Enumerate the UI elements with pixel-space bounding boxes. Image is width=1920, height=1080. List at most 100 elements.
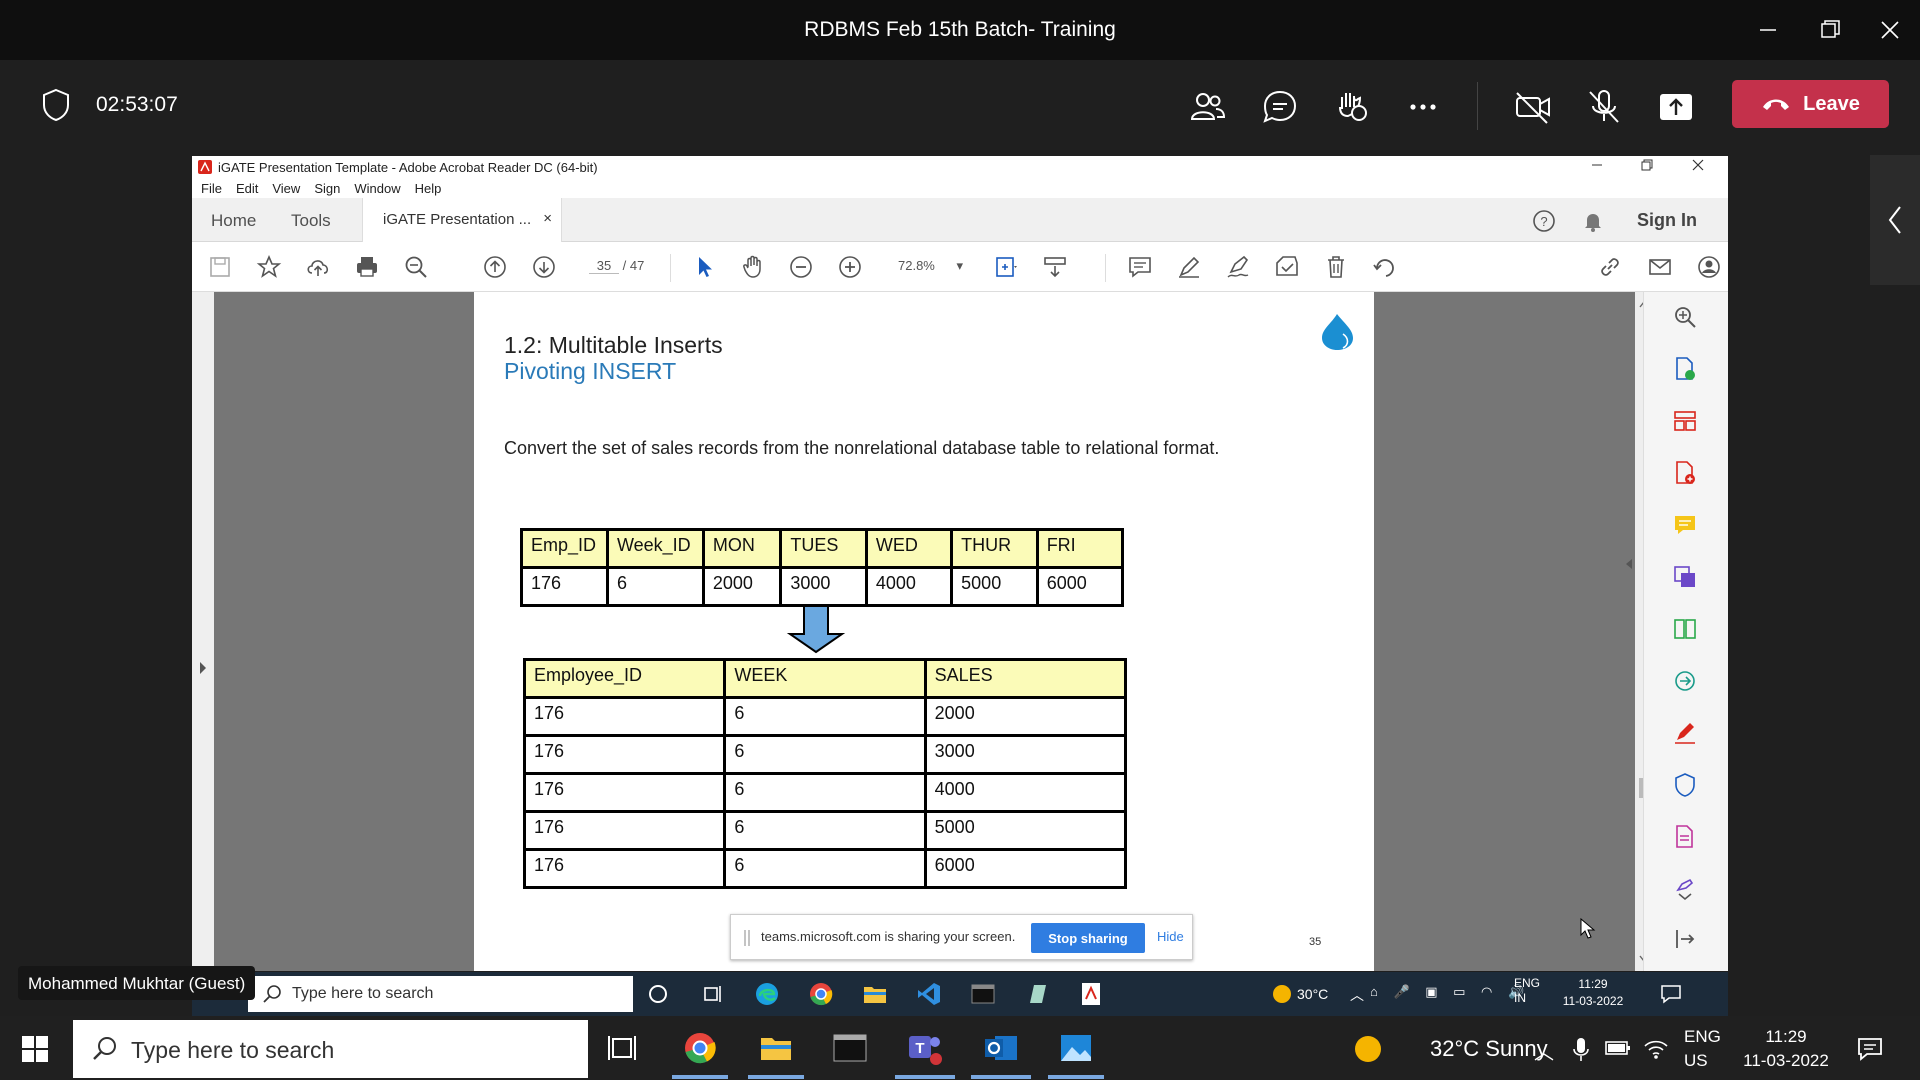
highlight-pen-icon[interactable] — [1176, 254, 1202, 280]
chat-button[interactable] — [1258, 85, 1302, 129]
leave-button[interactable]: Leave — [1732, 80, 1889, 128]
tab-home[interactable]: Home — [211, 211, 256, 231]
upload-cloud-icon[interactable] — [305, 254, 331, 280]
chrome-taskbar-icon[interactable] — [682, 1030, 718, 1066]
taskbar-weather[interactable]: 32°C Sunny — [1430, 1036, 1548, 1062]
microphone-icon[interactable] — [1571, 1036, 1591, 1062]
menu-file[interactable]: File — [201, 178, 222, 198]
system-clock[interactable]: 11:29 11-03-2022 — [1736, 1025, 1836, 1073]
acrobat-restore-icon[interactable] — [1640, 157, 1654, 173]
menu-window[interactable]: Window — [354, 178, 400, 198]
page-down-icon[interactable] — [531, 254, 557, 280]
notepad-icon[interactable] — [1024, 981, 1050, 1007]
zoom-search-icon[interactable] — [403, 254, 429, 280]
menu-view[interactable]: View — [272, 178, 300, 198]
scroll-mode-icon[interactable] — [1042, 254, 1068, 280]
share-screen-button[interactable] — [1654, 85, 1698, 129]
windows-start-icon[interactable] — [22, 1036, 48, 1062]
edit-pdf-icon[interactable] — [1672, 824, 1698, 850]
organize-pages-icon[interactable] — [1672, 408, 1698, 434]
edge-app-icon[interactable] — [754, 981, 780, 1007]
participants-button[interactable] — [1186, 85, 1230, 129]
tray-chevron-up-icon[interactable]: ︿ — [1350, 985, 1364, 1005]
help-icon[interactable]: ? — [1532, 209, 1556, 233]
menu-help[interactable]: Help — [415, 178, 442, 198]
input-language[interactable]: ENG US — [1684, 1025, 1721, 1073]
restore-button[interactable] — [1814, 14, 1846, 46]
sign-pen-icon[interactable] — [1225, 254, 1251, 280]
zoom-level-select[interactable]: 72.8% ▾ — [898, 258, 963, 274]
export-pdf-icon[interactable] — [1672, 356, 1698, 382]
tab-document[interactable]: iGATE Presentation ... × — [362, 198, 562, 242]
file-explorer-taskbar-icon[interactable] — [758, 1030, 794, 1066]
delete-icon[interactable] — [1323, 254, 1349, 280]
more-tools-icon[interactable] — [1672, 876, 1698, 902]
photos-taskbar-icon[interactable] — [1058, 1030, 1094, 1066]
outlook-taskbar-icon[interactable] — [983, 1030, 1019, 1066]
zoom-in-icon[interactable] — [837, 254, 863, 280]
chrome-app-icon[interactable] — [808, 981, 834, 1007]
tray-icons[interactable]: ⌂ 🎤 ▣ ▭ ◠ 🔊 — [1370, 984, 1530, 1000]
print-icon[interactable] — [354, 254, 380, 280]
comment-icon[interactable] — [1127, 254, 1153, 280]
email-icon[interactable] — [1647, 254, 1673, 280]
hide-notice-button[interactable]: Hide — [1157, 929, 1184, 944]
acrobat-app-icon[interactable] — [1078, 981, 1104, 1007]
link-icon[interactable] — [1597, 254, 1623, 280]
shared-language[interactable]: ENG IN — [1514, 976, 1540, 1006]
rotate-icon[interactable] — [1372, 254, 1398, 280]
expand-pane-icon[interactable] — [1672, 926, 1698, 952]
combine-files-icon[interactable] — [1672, 564, 1698, 590]
hand-tool-icon[interactable] — [740, 254, 766, 280]
tab-tools[interactable]: Tools — [291, 211, 331, 231]
page-up-icon[interactable] — [482, 254, 508, 280]
more-options-button[interactable] — [1401, 85, 1445, 129]
save-icon[interactable] — [207, 254, 233, 280]
task-view-icon[interactable] — [605, 1030, 641, 1066]
mic-toggle-button[interactable] — [1582, 85, 1626, 129]
stop-sharing-button[interactable]: Stop sharing — [1031, 923, 1145, 953]
vscode-icon[interactable] — [916, 981, 942, 1007]
teams-taskbar-icon[interactable]: T — [907, 1030, 943, 1066]
cortana-icon[interactable] — [647, 983, 669, 1005]
minimize-button[interactable] — [1752, 14, 1784, 46]
terminal-icon[interactable] — [970, 981, 996, 1007]
menu-edit[interactable]: Edit — [236, 178, 258, 198]
create-pdf-icon[interactable] — [1672, 460, 1698, 486]
protect-icon[interactable] — [1672, 772, 1698, 798]
shared-clock[interactable]: 11:29 11-03-2022 — [1558, 976, 1628, 1010]
zoom-out-icon[interactable] — [788, 254, 814, 280]
wifi-icon[interactable] — [1643, 1036, 1669, 1060]
page-number-input[interactable]: 35 — [589, 258, 619, 274]
shared-notification-icon[interactable] — [1660, 983, 1682, 1005]
terminal-taskbar-icon[interactable] — [832, 1030, 868, 1066]
acrobat-minimize-icon[interactable] — [1590, 157, 1604, 173]
stamp-icon[interactable] — [1274, 254, 1300, 280]
tray-chevron-up-icon[interactable]: ︿ — [1534, 1036, 1554, 1065]
shared-search-box[interactable]: Type here to search — [248, 976, 633, 1012]
drag-handle-icon[interactable] — [743, 928, 751, 948]
close-tab-icon[interactable]: × — [543, 210, 552, 227]
left-panel-toggle[interactable] — [192, 292, 214, 971]
bell-icon[interactable] — [1581, 209, 1605, 233]
notification-center-icon[interactable] — [1856, 1035, 1884, 1063]
star-icon[interactable] — [256, 254, 282, 280]
reactions-button[interactable] — [1330, 85, 1374, 129]
battery-icon[interactable] — [1605, 1038, 1631, 1058]
menu-sign[interactable]: Sign — [314, 178, 340, 198]
file-explorer-icon[interactable] — [862, 981, 888, 1007]
close-window-button[interactable] — [1874, 14, 1906, 46]
fill-sign-icon[interactable] — [1672, 720, 1698, 746]
share-user-icon[interactable] — [1696, 254, 1722, 280]
taskbar-search-box[interactable]: Type here to search — [73, 1020, 588, 1078]
select-cursor-icon[interactable] — [691, 254, 717, 280]
task-view-icon[interactable] — [702, 983, 724, 1005]
side-panel-toggle[interactable] — [1870, 155, 1920, 285]
send-review-icon[interactable] — [1672, 668, 1698, 694]
comment-tool-icon[interactable] — [1672, 512, 1698, 538]
collapse-pane-icon[interactable] — [1624, 557, 1634, 571]
zoom-tool-icon[interactable] — [1672, 304, 1698, 330]
fit-page-icon[interactable] — [993, 254, 1019, 280]
sign-in-button[interactable]: Sign In — [1637, 210, 1697, 231]
acrobat-close-icon[interactable] — [1690, 157, 1706, 173]
